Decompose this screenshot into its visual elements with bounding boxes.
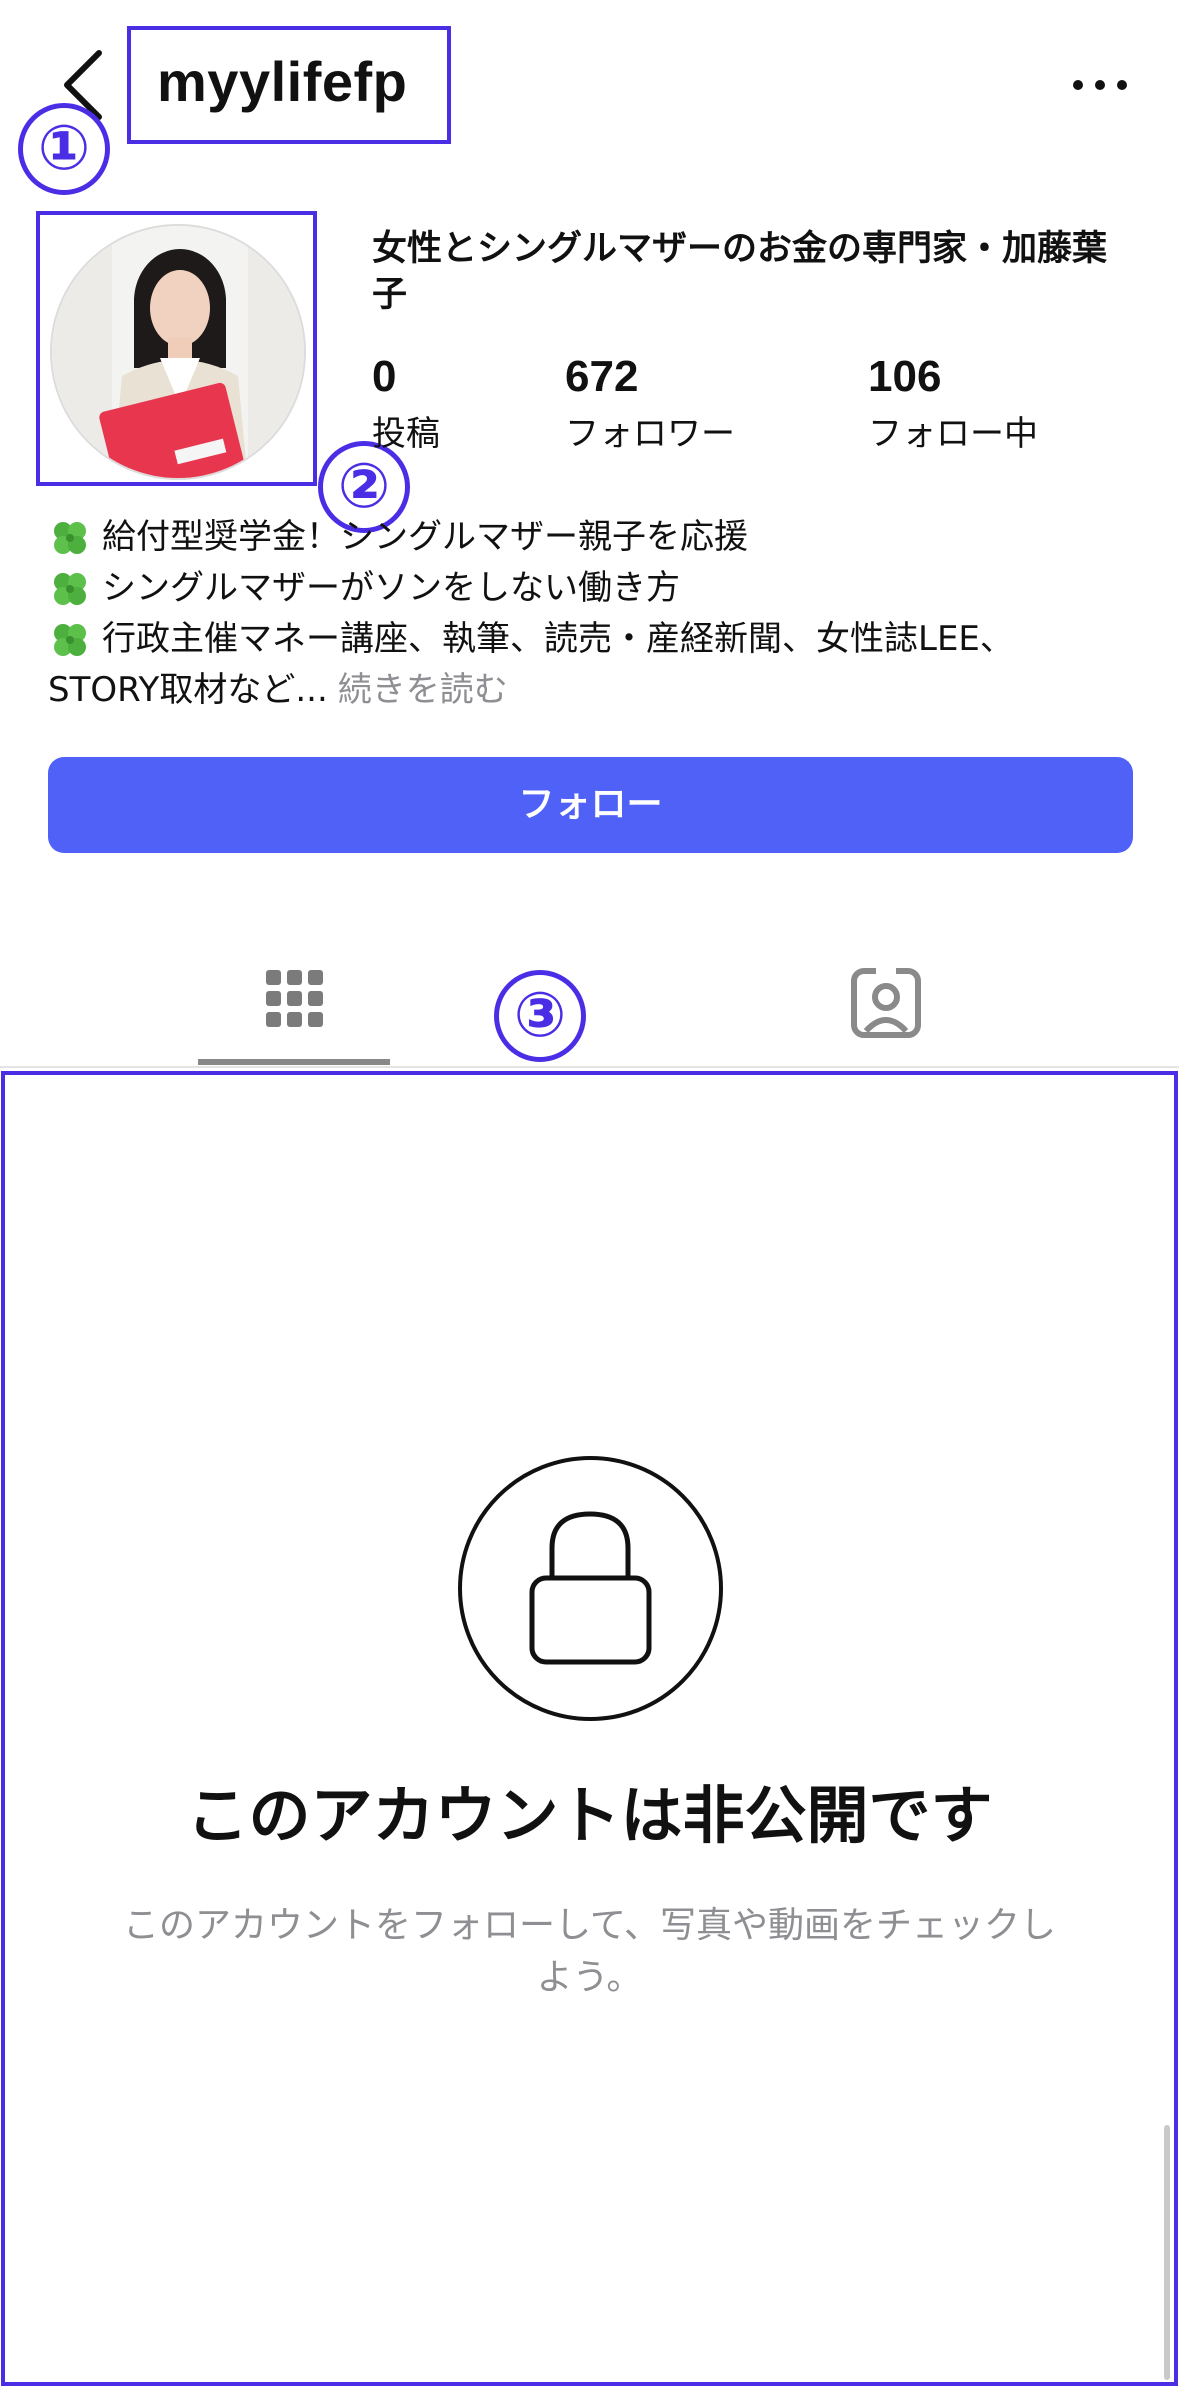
grid-icon xyxy=(266,970,323,1027)
private-account-description: このアカウントをフォローして、写真や動画をチェックしよう。 xyxy=(122,1905,1057,1998)
tabs-divider xyxy=(0,1066,1179,1068)
annotation-marker-3: ③ xyxy=(494,970,586,1062)
follow-button[interactable]: フォロー xyxy=(48,757,1133,853)
bio-text: シングルマザーがソンをしない働き方 xyxy=(102,568,680,608)
lock-circle xyxy=(458,1456,723,1721)
profile-display-name: 女性とシングルマザーのお金の専門家・加藤葉子 xyxy=(372,229,1108,315)
posts-label: 投稿 xyxy=(372,414,440,454)
profile-avatar[interactable] xyxy=(50,224,306,480)
annotation-marker-1: ① xyxy=(18,103,110,195)
tab-posts-grid[interactable] xyxy=(198,955,390,1065)
posts-count: 0 xyxy=(372,352,397,401)
four-leaf-clover-icon xyxy=(54,521,86,554)
four-leaf-clover-icon xyxy=(54,572,86,605)
bio-text: 給付型奨学金！シングルマザー親子を応援 xyxy=(102,517,748,557)
bio-line: 給付型奨学金！シングルマザー親子を応援 xyxy=(48,512,1138,563)
profile-username: myylifefp xyxy=(157,50,408,113)
tagged-person-icon xyxy=(851,966,921,1038)
four-leaf-clover-icon xyxy=(54,623,86,656)
more-options-button[interactable] xyxy=(1068,70,1132,100)
following-label[interactable]: フォロー中 xyxy=(868,406,1038,455)
bio-line: シングルマザーがソンをしない働き方 xyxy=(48,563,1138,614)
followers-count[interactable]: 672 xyxy=(565,352,638,402)
following-count[interactable]: 106 xyxy=(868,352,941,402)
bio-text: STORY取材など... xyxy=(48,670,328,710)
active-tab-indicator xyxy=(198,1059,390,1065)
avatar-photo xyxy=(52,226,304,478)
lock-icon xyxy=(529,1511,652,1665)
private-account-title: このアカウントは非公開です xyxy=(186,1779,993,1852)
scrollbar[interactable] xyxy=(1164,2125,1170,2380)
ellipsis-icon xyxy=(1073,80,1127,90)
tab-tagged[interactable] xyxy=(838,955,938,1055)
read-more-link[interactable]: 続きを読む xyxy=(338,665,508,716)
bio-line: STORY取材など... 続きを読む xyxy=(48,665,1138,716)
bio-line: 行政主催マネー講座、執筆、読売・産経新聞、女性誌LEE、 xyxy=(48,614,1138,665)
annotation-box-private-area xyxy=(1,1071,1178,2386)
followers-label[interactable]: フォロワー xyxy=(565,406,735,455)
profile-bio: 給付型奨学金！シングルマザー親子を応援 シングルマザーがソンをしない働き方 行政… xyxy=(48,512,1138,716)
bio-text: 行政主催マネー講座、執筆、読売・産経新聞、女性誌LEE、 xyxy=(102,619,1014,659)
